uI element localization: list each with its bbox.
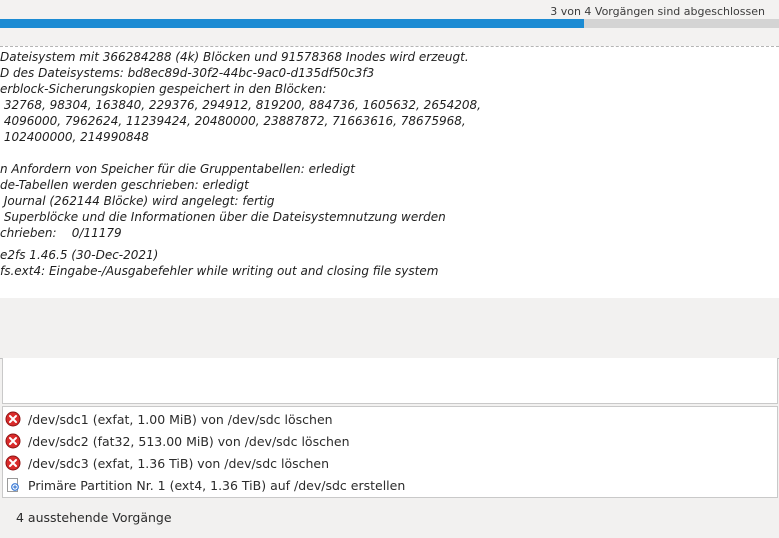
progress-bar-fill: [0, 19, 585, 28]
partition-view-pane: [2, 358, 778, 404]
operation-item[interactable]: /dev/sdc2 (fat32, 513.00 MiB) von /dev/s…: [5, 430, 350, 452]
pending-operations-count: 4 ausstehende Vorgänge: [16, 510, 172, 525]
operation-label: /dev/sdc3 (exfat, 1.36 TiB) von /dev/sdc…: [28, 455, 330, 471]
progress-dialog: 3 von 4 Vorgängen sind abgeschlossen Dat…: [0, 0, 779, 359]
delete-icon: [5, 455, 21, 471]
log-line: erblock-Sicherungskopien gespeichert in …: [0, 82, 327, 96]
delete-icon: [5, 433, 21, 449]
log-output[interactable]: Dateisystem mit 366284288 (4k) Blöcken u…: [0, 46, 779, 299]
operation-label: /dev/sdc2 (fat32, 513.00 MiB) von /dev/s…: [28, 433, 350, 449]
log-line: 102400000, 214990848: [0, 130, 149, 144]
dialog-footer: [0, 298, 779, 359]
log-line: Journal (262144 Blöcke) wird angelegt: f…: [0, 194, 275, 208]
delete-icon: [5, 411, 21, 427]
log-line: e2fs 1.46.5 (30-Dec-2021): [0, 248, 159, 262]
log-line: n Anfordern von Speicher für die Gruppen…: [0, 162, 355, 176]
operation-item[interactable]: /dev/sdc3 (exfat, 1.36 TiB) von /dev/sdc…: [5, 452, 329, 474]
log-line: Superblöcke und die Informationen über d…: [0, 210, 446, 224]
log-line: de-Tabellen werden geschrieben: erledigt: [0, 178, 249, 192]
log-line: fs.ext4: Eingabe-/Ausgabefehler while wr…: [0, 264, 439, 278]
progress-bar: [0, 19, 779, 28]
log-line: 32768, 98304, 163840, 229376, 294912, 81…: [0, 98, 481, 112]
operation-item[interactable]: /dev/sdc1 (exfat, 1.00 MiB) von /dev/sdc…: [5, 408, 333, 430]
operation-label: Primäre Partition Nr. 1 (ext4, 1.36 TiB)…: [28, 477, 406, 493]
log-line: Dateisystem mit 366284288 (4k) Blöcken u…: [0, 50, 469, 64]
log-line: 4096000, 7962624, 11239424, 20480000, 23…: [0, 114, 466, 128]
log-line: D des Dateisystems: bd8ec89d-30f2-44bc-9…: [0, 66, 375, 80]
log-line: chrieben: 0/11179: [0, 226, 122, 240]
operation-item[interactable]: Primäre Partition Nr. 1 (ext4, 1.36 TiB)…: [5, 474, 405, 496]
progress-status-text: 3 von 4 Vorgängen sind abgeschlossen: [550, 5, 765, 18]
new-partition-icon: [7, 478, 19, 492]
pending-operations-list: /dev/sdc1 (exfat, 1.00 MiB) von /dev/sdc…: [2, 406, 778, 498]
operation-label: /dev/sdc1 (exfat, 1.00 MiB) von /dev/sdc…: [28, 411, 333, 427]
